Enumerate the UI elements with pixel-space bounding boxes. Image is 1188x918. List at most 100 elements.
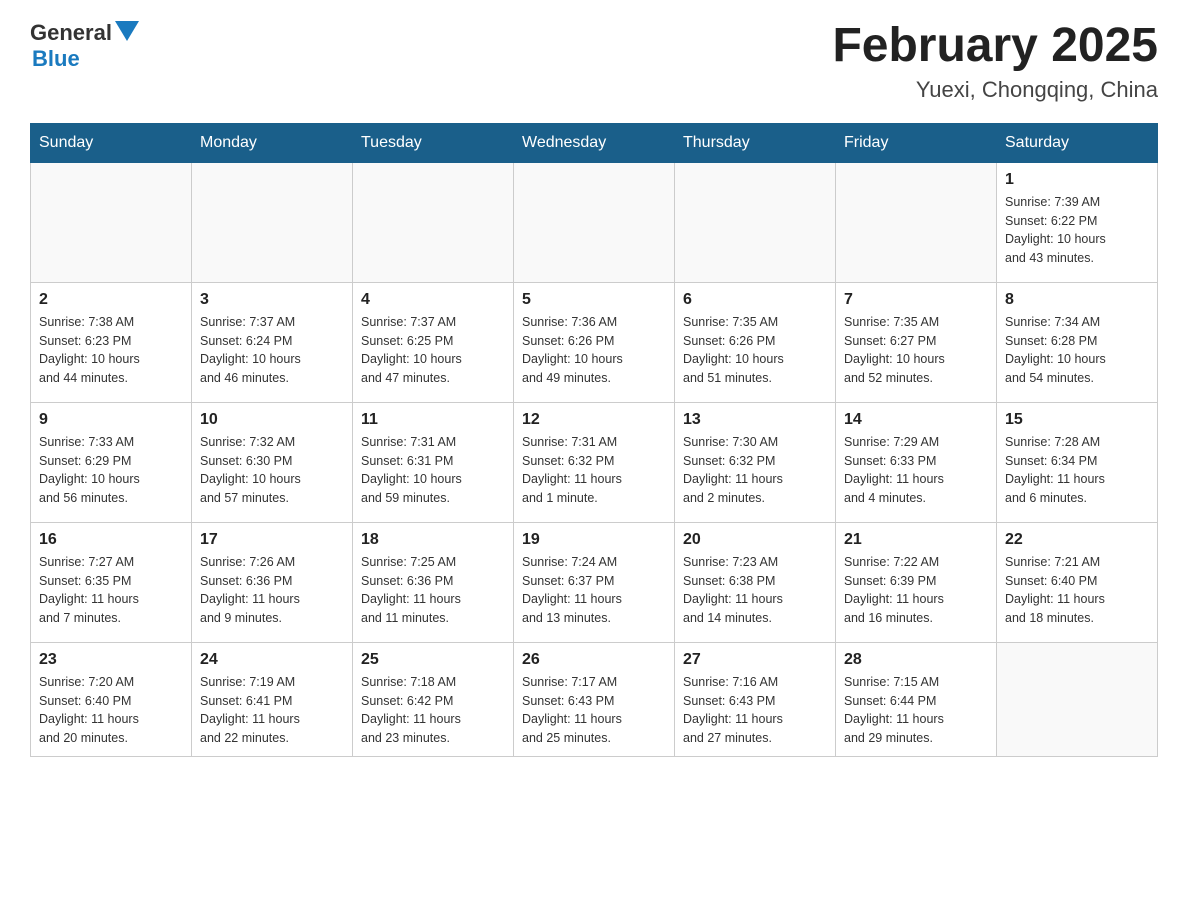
weekday-header-friday: Friday <box>836 123 997 162</box>
day-number: 18 <box>361 531 505 549</box>
day-number: 28 <box>844 651 988 669</box>
weekday-header-sunday: Sunday <box>31 123 192 162</box>
day-info: Sunrise: 7:31 AM Sunset: 6:31 PM Dayligh… <box>361 433 505 508</box>
calendar-cell: 7Sunrise: 7:35 AM Sunset: 6:27 PM Daylig… <box>836 282 997 402</box>
day-number: 26 <box>522 651 666 669</box>
calendar-table: SundayMondayTuesdayWednesdayThursdayFrid… <box>30 123 1158 757</box>
day-number: 23 <box>39 651 183 669</box>
day-number: 22 <box>1005 531 1149 549</box>
calendar-cell <box>997 642 1158 756</box>
day-number: 24 <box>200 651 344 669</box>
day-info: Sunrise: 7:28 AM Sunset: 6:34 PM Dayligh… <box>1005 433 1149 508</box>
day-info: Sunrise: 7:29 AM Sunset: 6:33 PM Dayligh… <box>844 433 988 508</box>
calendar-cell: 28Sunrise: 7:15 AM Sunset: 6:44 PM Dayli… <box>836 642 997 756</box>
weekday-header-thursday: Thursday <box>675 123 836 162</box>
calendar-cell <box>353 162 514 282</box>
calendar-cell <box>836 162 997 282</box>
day-info: Sunrise: 7:19 AM Sunset: 6:41 PM Dayligh… <box>200 673 344 748</box>
weekday-header-row: SundayMondayTuesdayWednesdayThursdayFrid… <box>31 123 1158 162</box>
calendar-cell: 26 Sunrise: 7:17 AM Sunset: 6:43 PM Dayli… <box>514 642 675 756</box>
calendar-week-row: 23 Sunrise: 7:20 AM Sunset: 6:40 PM Dayli… <box>31 642 1158 756</box>
day-number: 20 <box>683 531 827 549</box>
calendar-week-row: 16 Sunrise: 7:27 AM Sunset: 6:35 PM Dayli… <box>31 522 1158 642</box>
calendar-cell: 8 Sunrise: 7:34 AM Sunset: 6:28 PM Daylig… <box>997 282 1158 402</box>
calendar-cell: 22 Sunrise: 7:21 AM Sunset: 6:40 PM Dayli… <box>997 522 1158 642</box>
calendar-cell: 19 Sunrise: 7:24 AM Sunset: 6:37 PM Dayli… <box>514 522 675 642</box>
day-number: 13 <box>683 411 827 429</box>
calendar-cell: 11 Sunrise: 7:31 AM Sunset: 6:31 PM Dayli… <box>353 402 514 522</box>
calendar-cell <box>31 162 192 282</box>
day-info: Sunrise: 7:32 AM Sunset: 6:30 PM Dayligh… <box>200 433 344 508</box>
day-number: 14 <box>844 411 988 429</box>
logo: General Blue <box>30 20 139 72</box>
calendar-cell: 9 Sunrise: 7:33 AM Sunset: 6:29 PM Daylig… <box>31 402 192 522</box>
day-info: Sunrise: 7:16 AM Sunset: 6:43 PM Dayligh… <box>683 673 827 748</box>
calendar-cell: 20 Sunrise: 7:23 AM Sunset: 6:38 PM Dayli… <box>675 522 836 642</box>
day-info: Sunrise: 7:31 AM Sunset: 6:32 PM Dayligh… <box>522 433 666 508</box>
calendar-cell: 14 Sunrise: 7:29 AM Sunset: 6:33 PM Dayli… <box>836 402 997 522</box>
calendar-cell: 27 Sunrise: 7:16 AM Sunset: 6:43 PM Dayli… <box>675 642 836 756</box>
day-number: 6 <box>683 291 827 309</box>
calendar-cell <box>675 162 836 282</box>
logo-general: General <box>30 20 112 46</box>
location-title: Yuexi, Chongqing, China <box>832 77 1158 103</box>
weekday-header-tuesday: Tuesday <box>353 123 514 162</box>
calendar-cell <box>514 162 675 282</box>
day-number: 4 <box>361 291 505 309</box>
day-info: Sunrise: 7:37 AM Sunset: 6:25 PM Dayligh… <box>361 313 505 388</box>
day-number: 19 <box>522 531 666 549</box>
day-number: 11 <box>361 411 505 429</box>
day-info: Sunrise: 7:35 AM Sunset: 6:26 PM Dayligh… <box>683 313 827 388</box>
day-info: Sunrise: 7:23 AM Sunset: 6:38 PM Dayligh… <box>683 553 827 628</box>
page-header: General Blue February 2025 Yuexi, Chongq… <box>30 20 1158 103</box>
calendar-cell: 15 Sunrise: 7:28 AM Sunset: 6:34 PM Dayli… <box>997 402 1158 522</box>
calendar-week-row: 2Sunrise: 7:38 AM Sunset: 6:23 PM Daylig… <box>31 282 1158 402</box>
day-info: Sunrise: 7:21 AM Sunset: 6:40 PM Dayligh… <box>1005 553 1149 628</box>
day-info: Sunrise: 7:30 AM Sunset: 6:32 PM Dayligh… <box>683 433 827 508</box>
day-info: Sunrise: 7:27 AM Sunset: 6:35 PM Dayligh… <box>39 553 183 628</box>
day-info: Sunrise: 7:26 AM Sunset: 6:36 PM Dayligh… <box>200 553 344 628</box>
day-info: Sunrise: 7:39 AM Sunset: 6:22 PM Dayligh… <box>1005 193 1149 268</box>
calendar-cell: 1Sunrise: 7:39 AM Sunset: 6:22 PM Daylig… <box>997 162 1158 282</box>
calendar-cell: 5 Sunrise: 7:36 AM Sunset: 6:26 PM Daylig… <box>514 282 675 402</box>
calendar-cell: 16 Sunrise: 7:27 AM Sunset: 6:35 PM Dayli… <box>31 522 192 642</box>
calendar-week-row: 9 Sunrise: 7:33 AM Sunset: 6:29 PM Daylig… <box>31 402 1158 522</box>
calendar-cell <box>192 162 353 282</box>
day-info: Sunrise: 7:24 AM Sunset: 6:37 PM Dayligh… <box>522 553 666 628</box>
day-info: Sunrise: 7:38 AM Sunset: 6:23 PM Dayligh… <box>39 313 183 388</box>
month-title: February 2025 <box>832 20 1158 73</box>
calendar-cell: 10 Sunrise: 7:32 AM Sunset: 6:30 PM Dayli… <box>192 402 353 522</box>
day-number: 12 <box>522 411 666 429</box>
day-info: Sunrise: 7:22 AM Sunset: 6:39 PM Dayligh… <box>844 553 988 628</box>
day-info: Sunrise: 7:17 AM Sunset: 6:43 PM Dayligh… <box>522 673 666 748</box>
day-number: 3 <box>200 291 344 309</box>
day-info: Sunrise: 7:36 AM Sunset: 6:26 PM Dayligh… <box>522 313 666 388</box>
calendar-week-row: 1Sunrise: 7:39 AM Sunset: 6:22 PM Daylig… <box>31 162 1158 282</box>
calendar-cell: 24 Sunrise: 7:19 AM Sunset: 6:41 PM Dayli… <box>192 642 353 756</box>
calendar-cell: 6 Sunrise: 7:35 AM Sunset: 6:26 PM Daylig… <box>675 282 836 402</box>
weekday-header-wednesday: Wednesday <box>514 123 675 162</box>
calendar-cell: 18Sunrise: 7:25 AM Sunset: 6:36 PM Dayli… <box>353 522 514 642</box>
day-number: 15 <box>1005 411 1149 429</box>
day-number: 27 <box>683 651 827 669</box>
day-number: 16 <box>39 531 183 549</box>
weekday-header-monday: Monday <box>192 123 353 162</box>
day-number: 5 <box>522 291 666 309</box>
day-info: Sunrise: 7:18 AM Sunset: 6:42 PM Dayligh… <box>361 673 505 748</box>
day-number: 7 <box>844 291 988 309</box>
day-info: Sunrise: 7:20 AM Sunset: 6:40 PM Dayligh… <box>39 673 183 748</box>
day-number: 17 <box>200 531 344 549</box>
day-info: Sunrise: 7:33 AM Sunset: 6:29 PM Dayligh… <box>39 433 183 508</box>
day-number: 21 <box>844 531 988 549</box>
calendar-cell: 23 Sunrise: 7:20 AM Sunset: 6:40 PM Dayli… <box>31 642 192 756</box>
day-number: 10 <box>200 411 344 429</box>
calendar-cell: 17 Sunrise: 7:26 AM Sunset: 6:36 PM Dayli… <box>192 522 353 642</box>
day-info: Sunrise: 7:34 AM Sunset: 6:28 PM Dayligh… <box>1005 313 1149 388</box>
calendar-cell: 21 Sunrise: 7:22 AM Sunset: 6:39 PM Dayli… <box>836 522 997 642</box>
calendar-cell: 13 Sunrise: 7:30 AM Sunset: 6:32 PM Dayli… <box>675 402 836 522</box>
day-info: Sunrise: 7:37 AM Sunset: 6:24 PM Dayligh… <box>200 313 344 388</box>
logo-blue: Blue <box>32 46 80 71</box>
calendar-cell: 12 Sunrise: 7:31 AM Sunset: 6:32 PM Dayli… <box>514 402 675 522</box>
day-number: 9 <box>39 411 183 429</box>
day-number: 8 <box>1005 291 1149 309</box>
